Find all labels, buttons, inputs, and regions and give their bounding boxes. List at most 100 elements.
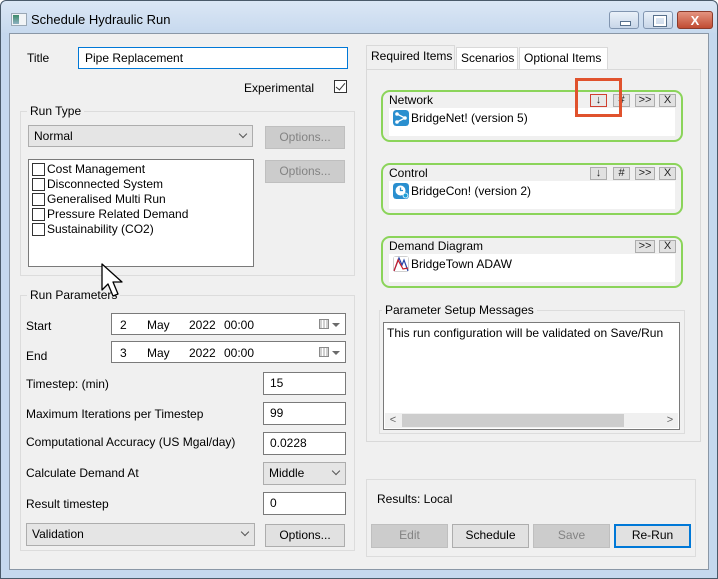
end-month: May [147,346,170,360]
scroll-right-icon[interactable]: > [662,413,678,428]
messages-textbox[interactable]: This run configuration will be validated… [383,322,680,430]
demand-diagram-remove-button[interactable]: X [659,240,676,253]
network-open-button[interactable]: >> [635,94,655,107]
control-remove-button[interactable]: X [659,167,676,180]
demand-diagram-icon [393,256,409,272]
result-timestep-label: Result timestep [26,497,109,511]
dropdown-arrow-icon[interactable] [332,351,340,355]
demand-diagram-body: BridgeTown ADAW [389,254,675,282]
control-download-button[interactable]: ↓ [590,167,607,180]
validation-select[interactable]: Validation [26,523,255,546]
control-hash-button[interactable]: # [613,167,630,180]
module-label: Pressure Related Demand [47,207,189,221]
title-label: Title [27,51,50,65]
dialog-client: Title Pipe Replacement Experimental Run … [9,33,709,570]
validation-selected: Validation [32,527,84,541]
module-checkbox[interactable] [32,193,45,206]
calendar-icon[interactable] [319,319,329,329]
experimental-label: Experimental [244,81,315,95]
calendar-icon[interactable] [319,347,329,357]
module-checkbox[interactable] [32,178,45,191]
tab-scenarios[interactable]: Scenarios [456,47,518,69]
chevron-down-icon [238,129,248,139]
control-body: BridgeCon! (version 2) [389,181,675,209]
network-hash-button[interactable]: # [613,94,630,107]
app-icon [11,13,27,26]
run-type-select[interactable]: Normal [28,125,253,147]
tab-required-items[interactable]: Required Items [366,45,455,70]
module-checkbox[interactable] [32,208,45,221]
start-date-picker[interactable]: 2 May 2022 00:00 [111,313,346,335]
edit-button[interactable]: Edit [371,524,448,548]
schedule-button[interactable]: Schedule [452,524,529,548]
network-box: Network ↓ # >> X BridgeNet! (version 5) [381,90,683,142]
run-type-group-title: Run Type [27,104,85,118]
scroll-left-icon[interactable]: < [385,413,401,428]
control-open-button[interactable]: >> [635,167,655,180]
network-download-button[interactable]: ↓ [590,94,607,107]
mouse-cursor-icon [101,263,123,297]
modules-options-button[interactable]: Options... [265,160,345,183]
rerun-button[interactable]: Re-Run [614,524,691,548]
max-iterations-input[interactable]: 99 [263,402,346,425]
required-items-panel: Network ↓ # >> X BridgeNet! (version 5) … [366,69,701,442]
demand-diagram-item-label: BridgeTown ADAW [411,257,512,271]
module-label: Disconnected System [47,177,164,191]
demand-diagram-box: Demand Diagram >> X BridgeTown ADAW [381,236,683,288]
experimental-checkbox[interactable] [334,80,347,93]
minimize-button[interactable] [609,11,639,29]
timestep-input[interactable]: 15 [263,372,346,395]
dropdown-arrow-icon[interactable] [332,323,340,327]
dialog-window: Schedule Hydraulic Run X Title Pipe Repl… [0,0,718,579]
tab-optional-items[interactable]: Optional Items [519,47,608,69]
max-iterations-label: Maximum Iterations per Timestep [26,407,204,421]
timestep-label: Timestep: (min) [26,377,109,391]
demand-diagram-open-button[interactable]: >> [635,240,655,253]
validation-options-button[interactable]: Options... [265,524,345,547]
title-input[interactable]: Pipe Replacement [78,47,348,69]
window-title: Schedule Hydraulic Run [31,12,171,27]
chevron-down-icon [240,527,250,537]
demand-at-label: Calculate Demand At [26,466,139,480]
control-item-label: BridgeCon! (version 2) [411,184,532,198]
network-body: BridgeNet! (version 5) [389,108,675,136]
close-button[interactable]: X [677,11,713,29]
run-type-options-button[interactable]: Options... [265,126,345,149]
network-remove-button[interactable]: X [659,94,676,107]
save-button[interactable]: Save [533,524,610,548]
start-time: 00:00 [224,318,255,332]
network-item-label: BridgeNet! (version 5) [411,111,528,125]
end-year: 2022 [189,346,216,360]
results-label: Results: Local [377,492,453,506]
module-label: Cost Management [47,162,146,176]
demand-at-select[interactable]: Middle [263,462,346,485]
module-label: Sustainability (CO2) [47,222,154,236]
scrollbar-thumb[interactable] [402,414,624,427]
end-time: 00:00 [224,346,255,360]
start-year: 2022 [189,318,216,332]
run-modules-list[interactable]: Cost Management Disconnected System Gene… [28,159,254,267]
accuracy-input[interactable]: 0.0228 [263,432,346,455]
start-day: 2 [120,318,127,332]
message-text: This run configuration will be validated… [387,326,664,340]
network-icon [393,110,409,126]
run-type-selected: Normal [34,129,73,143]
control-box: Control ↓ # >> X BridgeCon! (version 2) [381,163,683,215]
module-label: Generalised Multi Run [47,192,166,206]
chevron-down-icon [331,466,341,476]
module-checkbox[interactable] [32,223,45,236]
clock-icon [393,183,409,199]
start-month: May [147,318,170,332]
close-icon: X [690,13,700,28]
demand-at-selected: Middle [269,466,305,480]
title-bar[interactable]: Schedule Hydraulic Run X [1,1,717,33]
end-label: End [26,349,48,363]
module-checkbox[interactable] [32,163,45,176]
start-label: Start [26,319,52,333]
end-date-picker[interactable]: 3 May 2022 00:00 [111,341,346,363]
result-timestep-input[interactable]: 0 [263,492,346,515]
maximize-button[interactable] [643,11,673,29]
horizontal-scrollbar[interactable]: < > [385,413,678,428]
demand-diagram-title: Demand Diagram [389,239,484,253]
network-title: Network [389,93,434,107]
